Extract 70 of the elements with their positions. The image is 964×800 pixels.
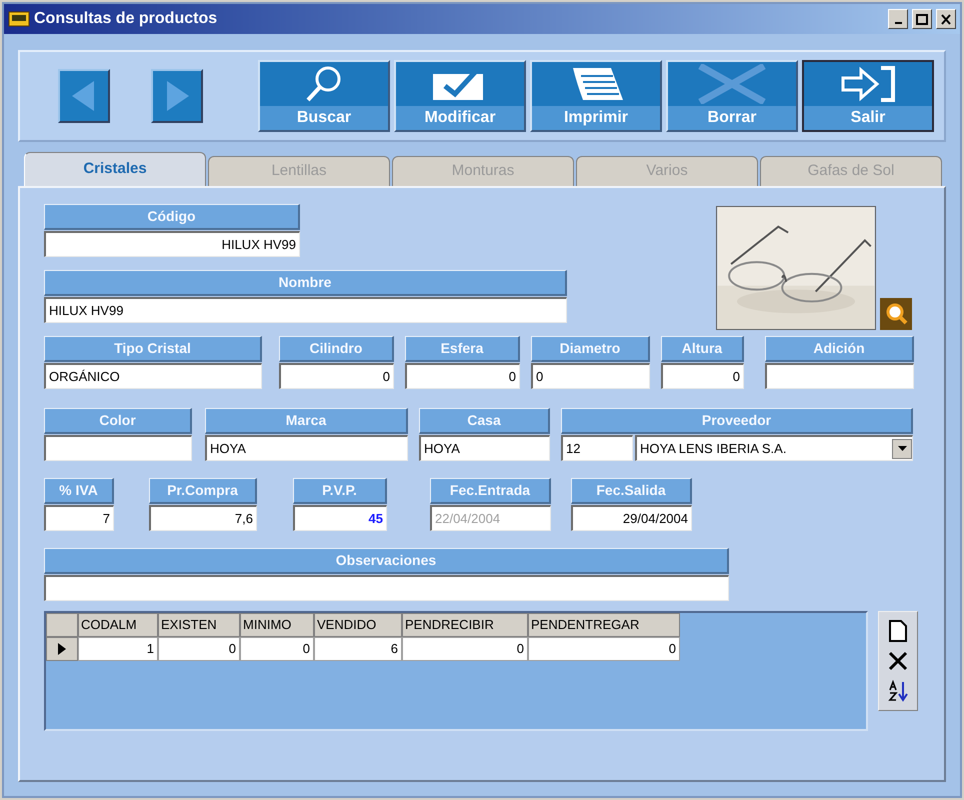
minimize-button[interactable] <box>888 9 908 29</box>
column-header[interactable]: VENDIDO <box>314 613 402 637</box>
close-button[interactable] <box>936 9 956 29</box>
text-field[interactable] <box>44 575 729 601</box>
text-field[interactable] <box>765 363 914 389</box>
supplier-dropdown[interactable]: HOYA LENS IBERIA S.A. <box>635 435 913 461</box>
field-label: Tipo Cristal <box>44 336 262 362</box>
text-field[interactable]: HOYA <box>205 435 408 461</box>
field-label: Cilindro <box>279 336 394 362</box>
cross-icon <box>888 651 908 671</box>
app-icon <box>8 11 30 27</box>
text-field[interactable]: HOYA <box>419 435 550 461</box>
field-label: Altura <box>661 336 744 362</box>
table-cell: 0 <box>240 637 314 661</box>
previous-button[interactable] <box>58 69 110 123</box>
field-label: % IVA <box>44 478 114 504</box>
text-field[interactable]: 0 <box>531 363 650 389</box>
table-cell: 0 <box>528 637 680 661</box>
table-cell: 0 <box>402 637 528 661</box>
field-label: Fec.Salida <box>571 478 692 504</box>
code-field[interactable]: 12 <box>561 435 633 461</box>
column-header[interactable]: PENDENTREGAR <box>528 613 680 637</box>
text-field[interactable]: 0 <box>405 363 520 389</box>
table-cell: 1 <box>78 637 158 661</box>
field-label: Proveedor <box>561 408 913 434</box>
field-label: Esfera <box>405 336 520 362</box>
text-field[interactable]: HILUX HV99 <box>44 231 300 257</box>
field-label: Marca <box>205 408 408 434</box>
table-cell: 6 <box>314 637 402 661</box>
document-icon <box>889 620 907 642</box>
field-label: Color <box>44 408 192 434</box>
column-header[interactable]: MINIMO <box>240 613 314 637</box>
field-label: Pr.Compra <box>149 478 257 504</box>
corner-header <box>46 613 78 637</box>
field-label: Observaciones <box>44 548 729 574</box>
text-field[interactable]: 7,6 <box>149 505 257 531</box>
text-field[interactable]: ORGÁNICO <box>44 363 262 389</box>
tab[interactable]: Cristales <box>24 152 206 186</box>
left-triangle-icon <box>72 81 96 111</box>
field-label: Adición <box>765 336 914 362</box>
next-button[interactable] <box>151 69 203 123</box>
column-header[interactable]: CODALM <box>78 613 158 637</box>
field-label: P.V.P. <box>293 478 387 504</box>
row-header[interactable] <box>46 637 78 661</box>
maximize-icon <box>916 14 928 24</box>
field-label: Fec.Entrada <box>430 478 551 504</box>
text-field[interactable]: 45 <box>293 505 387 531</box>
right-triangle-icon <box>165 81 189 111</box>
dropdown-value: HOYA LENS IBERIA S.A. <box>640 440 786 458</box>
window-title: Consultas de productos <box>34 9 218 29</box>
field-label: Código <box>44 204 300 230</box>
maximize-button[interactable] <box>912 9 932 29</box>
close-icon <box>940 14 952 24</box>
minimize-icon <box>894 22 902 24</box>
zoom-button[interactable] <box>880 298 912 330</box>
search-icon <box>884 302 908 326</box>
column-header[interactable]: PENDRECIBIR <box>402 613 528 637</box>
text-field[interactable] <box>44 435 192 461</box>
text-field[interactable]: 29/04/2004 <box>571 505 692 531</box>
table-cell: 0 <box>158 637 240 661</box>
text-field[interactable]: 0 <box>279 363 394 389</box>
field-label: Casa <box>419 408 550 434</box>
cross-icon <box>696 64 768 104</box>
column-header[interactable]: EXISTEN <box>158 613 240 637</box>
text-field[interactable]: 0 <box>661 363 744 389</box>
text-field[interactable]: 7 <box>44 505 114 531</box>
field-label: Nombre <box>44 270 567 296</box>
field-label: Diametro <box>531 336 650 362</box>
sort-icon <box>887 680 909 702</box>
text-field[interactable]: HILUX HV99 <box>44 297 567 323</box>
